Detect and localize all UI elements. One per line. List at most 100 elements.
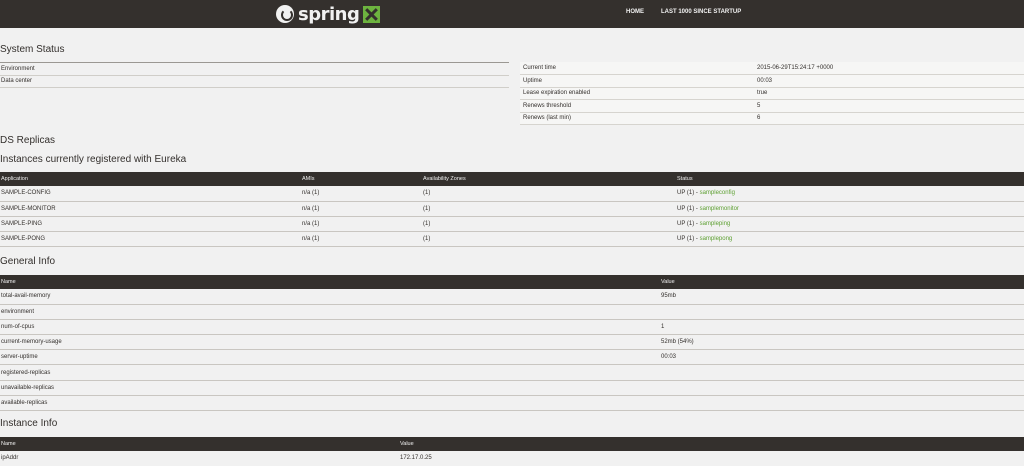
availability-zones: (1)	[422, 201, 676, 217]
kv-label: Environment	[0, 62, 495, 76]
instance-link[interactable]: samplemonitor	[700, 206, 739, 212]
column-header: Status	[676, 172, 1024, 186]
ds-replicas-title: DS Replicas	[0, 135, 56, 146]
info-value	[660, 364, 1024, 381]
info-value	[660, 304, 1024, 320]
column-header: Name	[0, 437, 399, 451]
column-header: Value	[399, 437, 1024, 451]
status-text: UP (1) -	[677, 205, 700, 212]
x-icon	[363, 5, 381, 23]
table-row: Renews threshold 5	[520, 99, 1024, 113]
info-value	[660, 380, 1024, 396]
kv-value: 6	[756, 112, 1024, 125]
system-status-right-table: Current time 2015-06-29T15:24:17 +0000 U…	[520, 62, 1024, 125]
kv-value: 5	[756, 99, 1024, 113]
system-status-title: System Status	[0, 44, 65, 55]
kv-value	[494, 62, 509, 76]
table-header-row: Name Value	[0, 275, 1024, 289]
general-info-title: General Info	[0, 256, 56, 267]
kv-label: Renews threshold	[520, 99, 756, 113]
info-name: num-of-cpus	[0, 319, 660, 336]
kv-label: Data center	[0, 74, 495, 88]
info-name: environment	[0, 304, 660, 320]
table-row: SAMPLE-CONFIG n/a (1) (1) UP (1) - sampl…	[0, 186, 1024, 202]
instances-title: Instances currently registered with Eure…	[0, 154, 187, 165]
column-header: Application	[0, 172, 301, 186]
application-name: SAMPLE-PONG	[0, 231, 301, 248]
info-value: 00:03	[660, 349, 1024, 366]
table-row: SAMPLE-MONITOR n/a (1) (1) UP (1) - samp…	[0, 201, 1024, 217]
column-header: Value	[660, 275, 1024, 289]
table-row: Data center	[0, 74, 509, 88]
kv-label: Renews (last min)	[520, 112, 756, 125]
info-name: total-avail-memory	[0, 289, 660, 305]
instance-link[interactable]: samplepong	[700, 236, 733, 242]
kv-value: 2015-06-29T15:24:17 +0000	[756, 62, 1024, 75]
system-status-left-table: Environment Data center	[0, 62, 509, 88]
table-row: num-of-cpus 1	[0, 319, 1024, 336]
nav-last-1000-link[interactable]: LAST 1000 SINCE STARTUP	[661, 9, 741, 15]
instance-link[interactable]: sampleping	[700, 221, 731, 227]
logo-wordmark: spring	[298, 3, 360, 25]
availability-zones: (1)	[422, 186, 676, 202]
column-header: AMIs	[301, 172, 422, 186]
availability-zones: (1)	[422, 231, 676, 248]
general-info-table: Name Value total-avail-memory 95mb envir…	[0, 275, 1024, 412]
amis: n/a (1)	[301, 231, 422, 248]
instance-info-title: Instance Info	[0, 418, 58, 429]
table-row: unavailable-replicas	[0, 380, 1024, 396]
info-value: 172.17.0.25	[399, 451, 1024, 466]
spring-logo[interactable]: spring	[276, 3, 381, 25]
table-row: current-memory-usage 52mb (54%)	[0, 334, 1024, 351]
table-row: Lease expiration enabled true	[520, 87, 1024, 100]
info-name: registered-replicas	[0, 364, 660, 381]
status-cell: UP (1) - sampleping	[676, 216, 1024, 233]
table-row: server-uptime 00:03	[0, 349, 1024, 366]
info-value: 95mb	[660, 289, 1024, 305]
info-name: unavailable-replicas	[0, 380, 660, 396]
column-header: Availability Zones	[422, 172, 676, 186]
kv-label: Lease expiration enabled	[520, 87, 756, 100]
application-name: SAMPLE-MONITOR	[0, 201, 301, 217]
instances-table: Application AMIs Availability Zones Stat…	[0, 172, 1024, 248]
kv-label: Current time	[520, 62, 756, 75]
status-text: UP (1) -	[677, 190, 700, 197]
table-row: registered-replicas	[0, 364, 1024, 381]
application-name: SAMPLE-CONFIG	[0, 186, 301, 202]
info-value: 1	[660, 319, 1024, 336]
table-row: SAMPLE-PING n/a (1) (1) UP (1) - samplep…	[0, 216, 1024, 233]
status-text: UP (1) -	[677, 220, 700, 227]
application-name: SAMPLE-PING	[0, 216, 301, 233]
kv-label: Uptime	[520, 74, 756, 88]
amis: n/a (1)	[301, 186, 422, 202]
table-row: Environment	[0, 62, 509, 76]
instance-link[interactable]: sampleconfig	[700, 190, 735, 196]
table-row: SAMPLE-PONG n/a (1) (1) UP (1) - samplep…	[0, 231, 1024, 248]
amis: n/a (1)	[301, 201, 422, 217]
status-text: UP (1) -	[677, 236, 700, 243]
table-row: Current time 2015-06-29T15:24:17 +0000	[520, 62, 1024, 75]
table-row: available-replicas	[0, 395, 1024, 412]
info-name: ipAddr	[0, 451, 399, 466]
status-cell: UP (1) - samplemonitor	[676, 201, 1024, 217]
instance-info-table: Name Value ipAddr 172.17.0.25	[0, 437, 1024, 466]
info-name: current-memory-usage	[0, 334, 660, 351]
info-name: available-replicas	[0, 395, 660, 412]
info-name: server-uptime	[0, 349, 660, 366]
kv-value: 00:03	[756, 74, 1024, 88]
status-cell: UP (1) - samplepong	[676, 231, 1024, 248]
nav-home-link[interactable]: HOME	[626, 9, 644, 15]
table-row: environment	[0, 304, 1024, 320]
table-row: Renews (last min) 6	[520, 112, 1024, 125]
table-row: Uptime 00:03	[520, 74, 1024, 88]
table-row: total-avail-memory 95mb	[0, 289, 1024, 305]
column-header: Name	[0, 275, 660, 289]
info-value	[660, 395, 1024, 412]
kv-value	[494, 74, 509, 88]
table-header-row: Name Value	[0, 437, 1024, 451]
table-header-row: Application AMIs Availability Zones Stat…	[0, 172, 1024, 186]
amis: n/a (1)	[301, 216, 422, 233]
status-cell: UP (1) - sampleconfig	[676, 186, 1024, 202]
navbar: spring HOME LAST 1000 SINCE STARTUP	[0, 0, 1024, 28]
info-value: 52mb (54%)	[660, 334, 1024, 351]
